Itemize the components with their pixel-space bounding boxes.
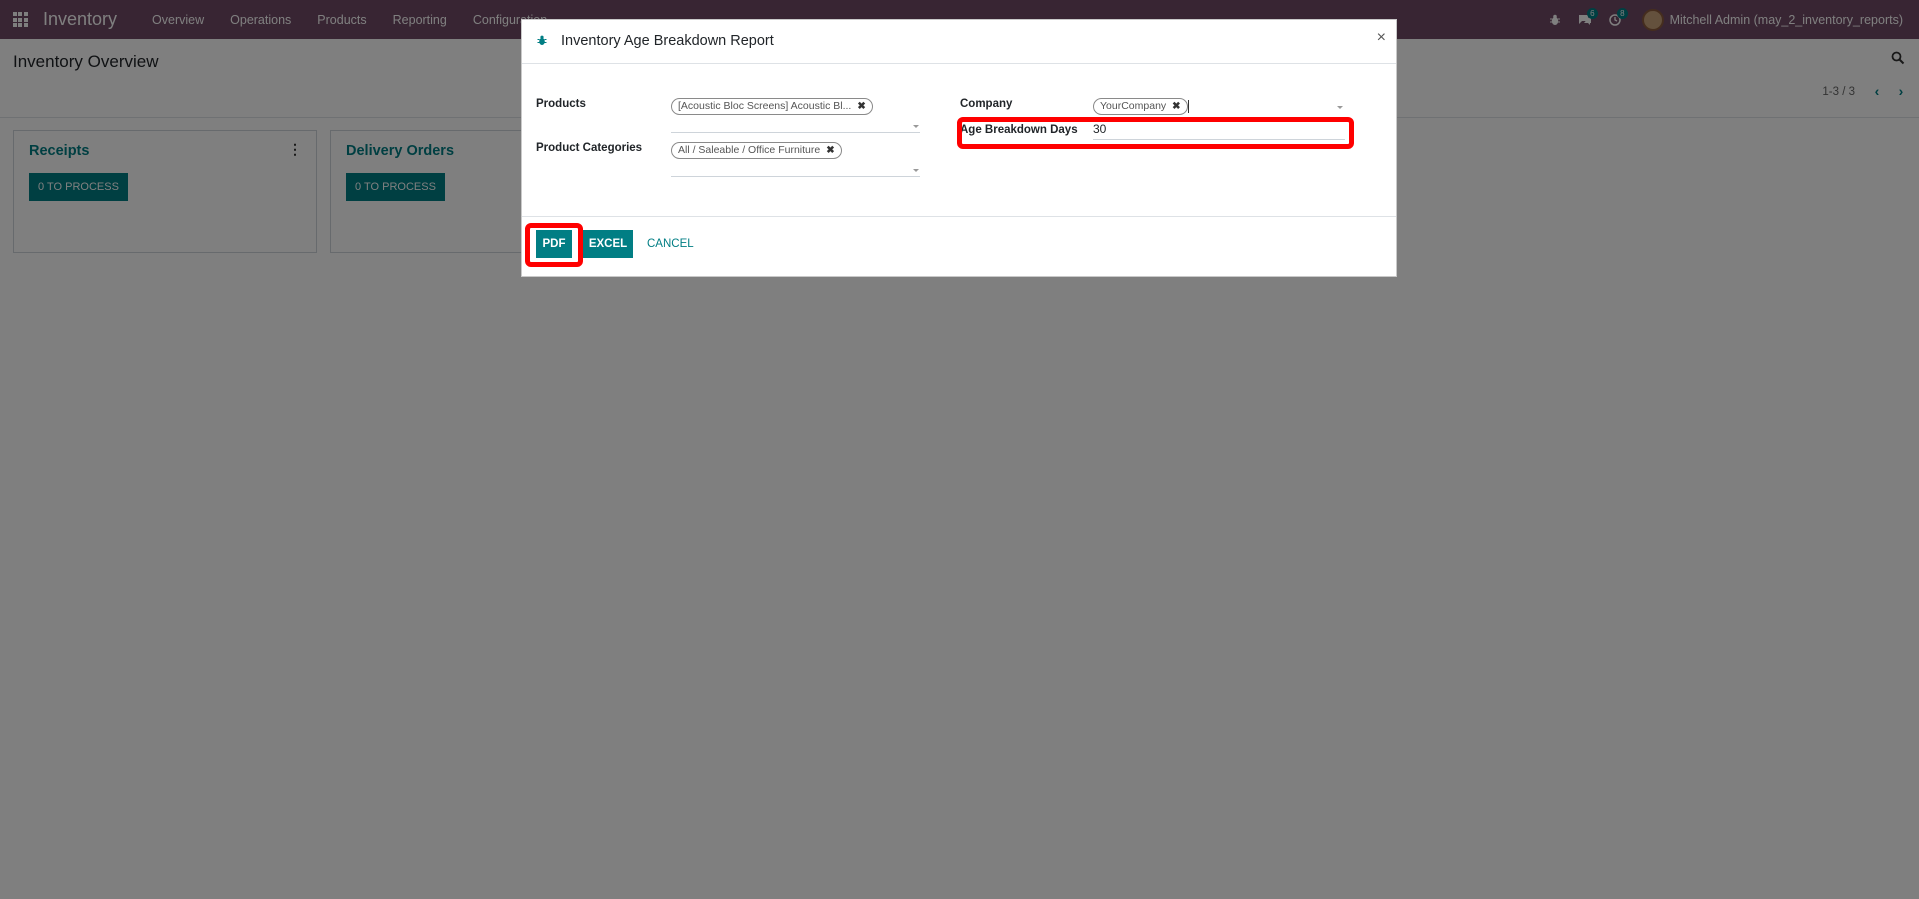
modal-footer: PDF EXCEL CANCEL bbox=[522, 216, 1396, 278]
remove-tag-icon[interactable]: ✖ bbox=[1172, 99, 1180, 114]
age-breakdown-days-label: Age Breakdown Days bbox=[960, 124, 1078, 136]
pdf-button[interactable]: PDF bbox=[536, 230, 572, 258]
company-label: Company bbox=[960, 98, 1013, 110]
close-icon[interactable]: × bbox=[1377, 29, 1386, 47]
categories-tag-label: All / Saleable / Office Furniture bbox=[678, 144, 821, 156]
bug-icon bbox=[537, 35, 547, 49]
categories-dropdown-icon[interactable] bbox=[913, 169, 919, 172]
products-field[interactable] bbox=[671, 132, 920, 133]
products-dropdown-icon[interactable] bbox=[913, 125, 919, 128]
company-dropdown-icon[interactable] bbox=[1337, 106, 1343, 109]
products-label: Products bbox=[536, 98, 586, 110]
modal-header: Inventory Age Breakdown Report × bbox=[522, 20, 1396, 64]
modal-title: Inventory Age Breakdown Report bbox=[561, 33, 774, 49]
text-cursor bbox=[1188, 100, 1189, 113]
product-categories-label: Product Categories bbox=[536, 142, 643, 154]
categories-tag: All / Saleable / Office Furniture ✖ bbox=[671, 142, 842, 159]
age-breakdown-days-input[interactable]: 30 bbox=[1093, 122, 1345, 140]
products-tag-label: [Acoustic Bloc Screens] Acoustic Bl... bbox=[678, 100, 852, 112]
report-wizard-dialog: Inventory Age Breakdown Report × Product… bbox=[521, 19, 1397, 277]
company-tag: YourCompany ✖ bbox=[1093, 98, 1188, 115]
age-breakdown-days-value: 30 bbox=[1093, 122, 1107, 136]
remove-tag-icon[interactable]: ✖ bbox=[857, 99, 865, 114]
company-tag-label: YourCompany bbox=[1100, 100, 1167, 112]
cancel-button[interactable]: CANCEL bbox=[647, 230, 701, 258]
products-tag: [Acoustic Bloc Screens] Acoustic Bl... ✖ bbox=[671, 98, 873, 115]
excel-button[interactable]: EXCEL bbox=[583, 230, 633, 258]
product-categories-field[interactable] bbox=[671, 176, 920, 177]
remove-tag-icon[interactable]: ✖ bbox=[826, 143, 834, 158]
